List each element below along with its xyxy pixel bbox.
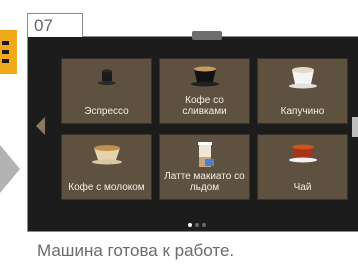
cappuccino-cup-icon	[288, 67, 317, 89]
status-caption: Машина готова к работе.	[37, 241, 235, 260]
page-dot[interactable]	[188, 223, 192, 227]
tile-coffee-milk[interactable]: Кофе с молоком	[61, 134, 152, 200]
scroll-left-arrow-icon[interactable]	[36, 117, 45, 135]
step-number: 07	[27, 13, 83, 37]
page-dot[interactable]	[202, 223, 206, 227]
coffee-cream-cup-icon	[190, 66, 219, 87]
tile-iced-latte[interactable]: Латте макиато со льдом	[159, 134, 250, 200]
instruction-figure: 07 Эспрессо Кофе со сливками Капучино Ко…	[0, 0, 358, 268]
tile-tea[interactable]: Чай	[257, 134, 348, 200]
tile-cappuccino[interactable]: Капучино	[257, 58, 348, 124]
pull-down-handle[interactable]	[192, 31, 222, 40]
tile-label: Эспрессо	[84, 106, 129, 117]
tile-label: Латте макиато со льдом	[164, 171, 245, 193]
pointer-arrow-icon	[0, 145, 20, 193]
tile-label: Кофе со сливками	[182, 95, 227, 117]
page-dot[interactable]	[195, 223, 199, 227]
tile-label: Кофе с молоком	[68, 182, 145, 193]
coffee-milk-cup-icon	[91, 145, 122, 165]
page-indicator	[188, 214, 209, 227]
tile-label: Капучино	[280, 106, 325, 117]
tile-espresso[interactable]: Эспрессо	[61, 58, 152, 124]
tea-cup-icon	[288, 144, 317, 163]
menu-icon	[0, 30, 17, 74]
tile-coffee-cream[interactable]: Кофе со сливками	[159, 58, 250, 124]
espresso-cup-icon	[97, 69, 116, 85]
beverage-grid: Эспрессо Кофе со сливками Капучино Кофе …	[61, 58, 348, 204]
scroll-right-handle[interactable]	[352, 117, 358, 137]
machine-display: Эспрессо Кофе со сливками Капучино Кофе …	[27, 31, 358, 232]
tile-label: Чай	[293, 182, 312, 193]
iced-latte-glass-icon	[197, 142, 214, 167]
